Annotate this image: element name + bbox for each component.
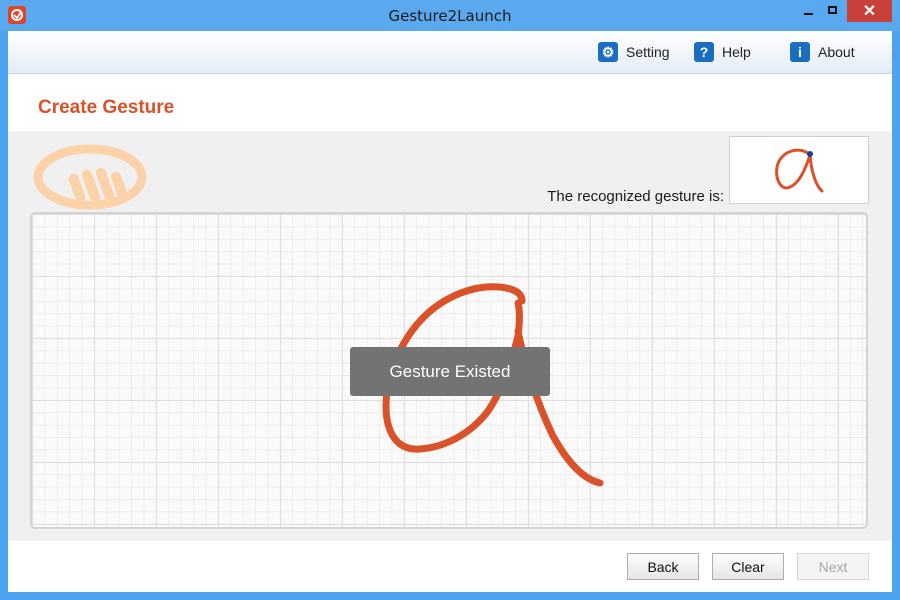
recognized-gesture-preview bbox=[729, 136, 869, 204]
about-button[interactable]: i About bbox=[790, 41, 855, 63]
app-window: Gesture2Launch ✕ ⚙ Setting ? Help i Abou… bbox=[0, 0, 900, 600]
hand-logo-icon bbox=[33, 144, 147, 210]
title-bar[interactable]: Gesture2Launch ✕ bbox=[0, 0, 900, 31]
info-icon: i bbox=[790, 42, 810, 62]
setting-label: Setting bbox=[626, 44, 670, 60]
recognized-gesture-icon bbox=[775, 148, 824, 193]
close-icon: ✕ bbox=[862, 3, 877, 20]
gesture-existed-toast: Gesture Existed bbox=[350, 347, 550, 396]
toolbar: ⚙ Setting ? Help i About bbox=[8, 31, 892, 74]
setting-button[interactable]: ⚙ Setting bbox=[598, 41, 670, 63]
close-button[interactable]: ✕ bbox=[847, 0, 892, 22]
clear-button[interactable]: Clear bbox=[712, 553, 784, 580]
recognized-gesture-label: The recognized gesture is: bbox=[547, 188, 724, 205]
maximize-button[interactable] bbox=[821, 0, 847, 24]
question-icon: ? bbox=[694, 42, 714, 62]
client-area: ⚙ Setting ? Help i About Create Gesture … bbox=[8, 31, 892, 592]
help-button[interactable]: ? Help bbox=[694, 41, 751, 63]
window-title: Gesture2Launch bbox=[388, 7, 512, 25]
help-label: Help bbox=[722, 44, 751, 60]
minimize-icon bbox=[804, 13, 813, 15]
page-title: Create Gesture bbox=[38, 97, 175, 118]
minimize-button[interactable] bbox=[795, 0, 821, 24]
about-label: About bbox=[818, 44, 855, 60]
next-button[interactable]: Next bbox=[797, 553, 869, 580]
gear-icon: ⚙ bbox=[598, 42, 618, 62]
maximize-icon bbox=[828, 6, 837, 14]
back-button[interactable]: Back bbox=[627, 553, 699, 580]
